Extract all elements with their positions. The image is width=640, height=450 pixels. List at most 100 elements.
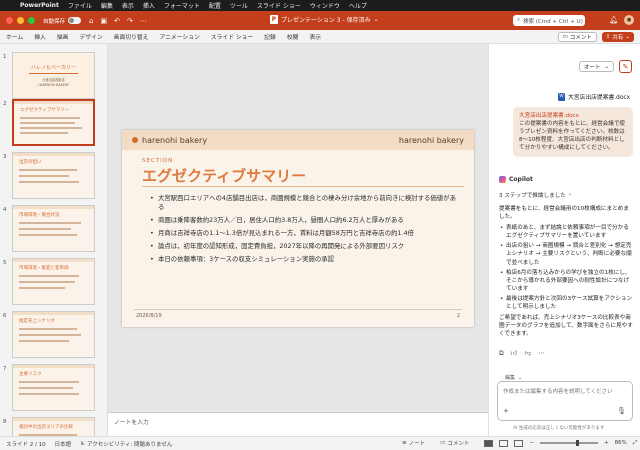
thumb-title: 出店の狙い (19, 160, 42, 165)
slide-thumbnail-1[interactable]: ハレノヒベーカリー 大宮出店提案書 HARENOHI BAKERY (12, 52, 95, 99)
prompt-mode-hint[interactable]: 編集 ⌄ (505, 374, 522, 382)
accessibility-icon: ♿︎ (80, 440, 86, 447)
slide-thumbnail-3[interactable]: 出店の狙い (12, 152, 95, 199)
tab-slideshow[interactable]: スライド ショー (211, 32, 253, 41)
microphone-icon[interactable]: 🎙︎ (617, 407, 626, 415)
document-title: P プレゼンテーション 3 - 保存済み ⌄ (270, 15, 379, 24)
thumbs-down-icon[interactable]: 👎︎ (524, 349, 531, 358)
chevron-right-icon: › (568, 192, 572, 198)
slide-title[interactable]: エグゼクティブサマリー (142, 165, 306, 186)
answer-intro: 提案書をもとに、経営会議用の10枚構成にまとめました。 (499, 206, 629, 221)
home-icon[interactable]: ⌂ (89, 17, 93, 25)
zoom-out-icon[interactable]: − (529, 440, 534, 446)
assistant-header: Copilot (499, 176, 533, 183)
chevron-down-icon[interactable]: ⌄ (374, 16, 379, 23)
copilot-toolbar: オート ⌄ ✎ (578, 60, 632, 73)
accessibility-status[interactable]: ♿︎ アクセシビリティ: 問題ありません (80, 440, 172, 448)
menu-format[interactable]: フォーマット (164, 1, 200, 10)
language-indicator[interactable]: 日本語 (55, 440, 72, 448)
tab-transitions[interactable]: 画面切り替え (114, 32, 149, 41)
zoom-slider[interactable] (539, 440, 598, 446)
minimize-window-icon[interactable] (17, 17, 24, 24)
slide-thumbnail-5[interactable]: 市場環境・集客と客単価 (12, 258, 95, 305)
copy-icon[interactable]: ⧉ (499, 349, 504, 358)
zoom-level[interactable]: 86% (615, 440, 627, 446)
slide-title-divider (142, 186, 464, 187)
tab-draw[interactable]: 描画 (57, 32, 69, 41)
search-box[interactable]: ⌕ 検索 (Cmd + Ctrl + U) (513, 15, 585, 26)
user-message-doc-link[interactable]: 大宮店出店提案書.docx (519, 112, 627, 120)
tab-record[interactable]: 記録 (264, 32, 276, 41)
menu-window[interactable]: ウィンドウ (310, 1, 340, 10)
attached-document[interactable]: W 大宮店出店提案書.docx (557, 92, 630, 101)
autosave-toggle[interactable] (68, 17, 82, 24)
thumbs-up-icon[interactable]: 👍︎ (511, 349, 518, 358)
answer-bullet: 表紙のあと、まず結論と依頼事項が一目で分かるエグゼクティブサマリーを置いています (499, 224, 633, 240)
user-message-text: この提案書の内容をもとに、経営会議で使うプレゼン資料を作ってください。枚数は8〜… (519, 121, 626, 151)
slide-thumbnail-7[interactable]: 主要リスク (12, 364, 95, 411)
zoom-window-icon[interactable] (28, 17, 35, 24)
menu-arrange[interactable]: 配置 (209, 1, 221, 10)
menu-tools[interactable]: ツール (230, 1, 248, 10)
zoom-in-icon[interactable]: + (604, 440, 609, 446)
current-slide[interactable]: harenohi bakery harenohi bakery SECTION … (122, 130, 474, 327)
slide-thumbnail-2[interactable]: エグゼクティブサマリー (12, 99, 95, 146)
tab-design[interactable]: デザイン (79, 32, 102, 41)
more-icon[interactable]: ⋯ (140, 17, 147, 25)
copilot-prompt-input[interactable]: 作成または編集する内容を説明してください + 🎙︎ (497, 381, 633, 421)
tab-view[interactable]: 表示 (309, 32, 321, 41)
tab-review[interactable]: 校閲 (287, 32, 299, 41)
slide-thumbnail-6[interactable]: 推定売上シナリオ (12, 311, 95, 358)
new-chat-button[interactable]: ✎ (619, 60, 632, 73)
menu-insert[interactable]: 挿入 (143, 1, 155, 10)
document-title-text: プレゼンテーション 3 - 保存済み (281, 17, 371, 24)
thumb-text-line (20, 122, 75, 124)
redo-icon[interactable]: ↷ (127, 17, 133, 25)
add-icon[interactable]: + (503, 407, 509, 415)
thumb-text-line (19, 169, 77, 171)
thumb-text-line (19, 281, 75, 283)
share-button[interactable]: ⇪ 共有 ⌄ (601, 32, 634, 42)
undo-icon[interactable]: ↶ (114, 17, 120, 25)
menu-slideshow[interactable]: スライド ショー (257, 1, 301, 10)
slide-bullet-list[interactable]: 大宮駅西口エリアへの4店舗目出店は，商圏規模と競合との棲み分け余地から前向きに検… (150, 194, 460, 268)
thumb-number: 7 (3, 366, 7, 372)
tab-insert[interactable]: 挿入 (34, 32, 46, 41)
menu-edit[interactable]: 編集 (101, 1, 113, 10)
compose-icon: ✎ (622, 62, 629, 71)
thumb-number: 4 (3, 207, 7, 213)
menu-view[interactable]: 表示 (122, 1, 134, 10)
slide-bullet: 商圏は乗降客数約23万人／日，居住人口約3.8万人，昼間人口約6.2万人と厚みが… (150, 216, 460, 225)
comment-button[interactable]: ▭ コメント (557, 32, 597, 42)
fit-to-window-icon[interactable]: ⤢ (633, 440, 637, 447)
tab-animations[interactable]: アニメーション (159, 32, 199, 41)
thumb-text-line (19, 228, 71, 230)
notes-pane[interactable]: ノートを入力 (108, 412, 488, 436)
notes-toggle[interactable]: ≡ ノート (402, 439, 425, 447)
menu-file[interactable]: ファイル (68, 1, 92, 10)
thumb-text-line (20, 117, 80, 119)
copilot-mode-dropdown[interactable]: オート ⌄ (578, 61, 614, 72)
thumb-title: 主要リスク (19, 372, 42, 377)
assistant-answer: 提案書をもとに、経営会議用の10枚構成にまとめました。 表紙のあと、まず結論と依… (499, 205, 633, 338)
slide-canvas[interactable]: harenohi bakery harenohi bakery SECTION … (108, 44, 488, 412)
zoom-slider-knob[interactable] (575, 440, 579, 446)
tab-home[interactable]: ホーム (6, 32, 23, 41)
save-icon[interactable]: ▣ (100, 17, 107, 25)
feedback-actions: ⧉ 👍︎ 👎︎ ⋯ (499, 349, 545, 358)
more-icon[interactable]: ⋯ (538, 349, 545, 358)
reasoning-steps-toggle[interactable]: 3 ステップで推論しました › (499, 191, 571, 199)
menu-app-name[interactable]: PowerPoint (20, 2, 59, 9)
avatar[interactable]: ● (624, 15, 634, 25)
bell-icon[interactable]: 🔔︎ (609, 16, 618, 24)
slide-sorter-view-button[interactable] (499, 439, 509, 447)
close-window-icon[interactable] (6, 17, 13, 24)
thumb-header-bar (13, 365, 94, 368)
slide-thumbnail-8[interactable]: 検討中の出店エリアの比較 (12, 417, 95, 436)
normal-view-button[interactable] (484, 439, 494, 447)
slide-thumbnail-4[interactable]: 市場環境・競合状況 (12, 205, 95, 252)
comments-toggle[interactable]: ▭ コメント (440, 439, 469, 447)
menu-help[interactable]: ヘルプ (349, 1, 367, 10)
reading-view-button[interactable] (514, 439, 524, 447)
slide-section-label[interactable]: SECTION (142, 158, 173, 164)
